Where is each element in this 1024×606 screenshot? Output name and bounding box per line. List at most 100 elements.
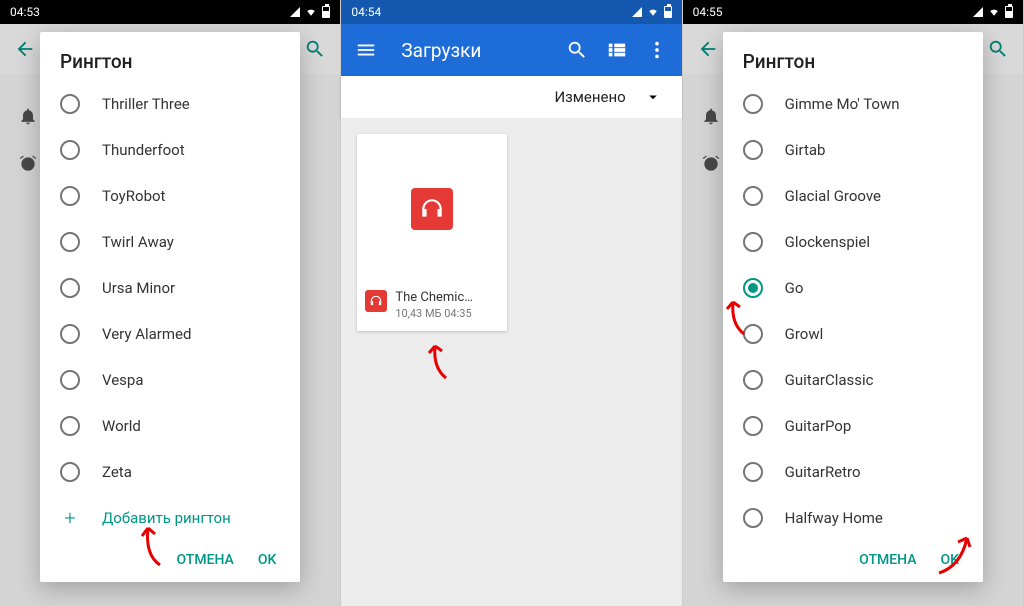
downloads-app-bar: Загрузки [341, 24, 681, 76]
ringtone-option[interactable]: Twirl Away [48, 219, 292, 265]
add-ringtone-button[interactable]: + Добавить рингтон [48, 495, 292, 541]
ringtone-option[interactable]: GuitarPop [731, 403, 975, 449]
downloads-body: The Chemic… 10,43 МБ 04:35 [341, 118, 681, 606]
file-card[interactable]: The Chemic… 10,43 МБ 04:35 [357, 134, 507, 331]
dialog-actions: ОТМЕНА OK [723, 542, 983, 582]
sort-label: Изменено [554, 88, 625, 106]
signal-icon [290, 7, 300, 17]
clock: 04:54 [351, 5, 381, 19]
ringtone-label: Twirl Away [102, 233, 174, 251]
add-ringtone-label: Добавить рингтон [102, 509, 231, 527]
radio-icon [743, 186, 763, 206]
status-icons [632, 6, 672, 18]
cancel-button[interactable]: ОТМЕНА [176, 552, 233, 568]
status-icons [973, 6, 1013, 18]
ringtone-option[interactable]: Glockenspiel [731, 219, 975, 265]
ringtone-label: Growl [785, 325, 824, 343]
ringtone-option[interactable]: Ursa Minor [48, 265, 292, 311]
radio-icon [743, 508, 763, 528]
dialog-title: Рингтон [40, 50, 300, 81]
status-bar: 04:55 [683, 0, 1023, 24]
ringtone-option[interactable]: Girtab [731, 127, 975, 173]
search-icon[interactable] [566, 39, 588, 61]
radio-icon [60, 462, 80, 482]
status-bar: 04:53 [0, 0, 340, 24]
ringtone-option[interactable]: GuitarRetro [731, 449, 975, 495]
ringtone-option[interactable]: ToyRobot [48, 173, 292, 219]
ringtone-label: Go [785, 279, 804, 297]
ringtone-option[interactable]: World [48, 403, 292, 449]
file-name: The Chemic… [395, 290, 473, 307]
signal-icon [973, 7, 983, 17]
radio-icon [743, 416, 763, 436]
screenshot-1: 04:53 Рингтон Thriller Three Thunderfoot… [0, 0, 341, 606]
sort-bar[interactable]: Изменено [341, 76, 681, 118]
ringtone-label: Very Alarmed [102, 325, 191, 343]
screenshot-3: 04:55 Рингтон Gimme Mo' Town Girtab Glac… [683, 0, 1024, 606]
file-thumbnail [357, 134, 507, 284]
plus-icon: + [60, 506, 80, 530]
dialog-title: Рингтон [723, 50, 983, 81]
headphones-icon [365, 290, 387, 312]
radio-icon [743, 324, 763, 344]
ringtone-option[interactable]: Gimme Mo' Town [731, 81, 975, 127]
radio-icon [743, 140, 763, 160]
radio-icon [743, 278, 763, 298]
clock: 04:55 [693, 5, 723, 19]
view-list-icon[interactable] [606, 39, 628, 61]
ringtone-label: Glacial Groove [785, 187, 881, 205]
ringtone-label: Vespa [102, 371, 144, 389]
clock: 04:53 [10, 5, 40, 19]
ringtone-option[interactable]: Zeta [48, 449, 292, 495]
battery-icon [322, 6, 330, 18]
ringtone-option[interactable]: Go [731, 265, 975, 311]
cancel-button[interactable]: ОТМЕНА [859, 552, 916, 568]
radio-icon [60, 416, 80, 436]
ringtone-label: Girtab [785, 141, 826, 159]
ringtone-dialog: Рингтон Gimme Mo' Town Girtab Glacial Gr… [723, 32, 983, 582]
radio-icon [743, 370, 763, 390]
file-subtext: 10,43 МБ 04:35 [395, 307, 473, 321]
signal-icon [632, 7, 642, 17]
headphones-icon [411, 188, 453, 230]
ringtone-option[interactable]: Growl [731, 311, 975, 357]
status-bar: 04:54 [341, 0, 681, 24]
ringtone-label: GuitarRetro [785, 463, 861, 481]
ringtone-list[interactable]: Thriller Three Thunderfoot ToyRobot Twir… [40, 81, 300, 542]
ringtone-list[interactable]: Gimme Mo' Town Girtab Glacial Groove Glo… [723, 81, 983, 542]
wifi-icon [304, 7, 318, 17]
menu-icon[interactable] [355, 39, 377, 61]
wifi-icon [987, 7, 1001, 17]
ringtone-option[interactable]: Thriller Three [48, 81, 292, 127]
ok-button[interactable]: OK [940, 552, 959, 568]
ringtone-option[interactable]: Halfway Home [731, 495, 975, 541]
ringtone-option[interactable]: Very Alarmed [48, 311, 292, 357]
ringtone-label: Zeta [102, 463, 132, 481]
ringtone-label: Gimme Mo' Town [785, 95, 900, 113]
battery-icon [664, 6, 672, 18]
ok-button[interactable]: OK [258, 552, 277, 568]
ringtone-label: Glockenspiel [785, 233, 870, 251]
radio-icon [60, 94, 80, 114]
ringtone-option[interactable]: GuitarClassic [731, 357, 975, 403]
ringtone-option[interactable]: Vespa [48, 357, 292, 403]
ringtone-option[interactable]: Glacial Groove [731, 173, 975, 219]
radio-icon [60, 278, 80, 298]
radio-icon [743, 462, 763, 482]
radio-icon [60, 140, 80, 160]
ringtone-label: Thriller Three [102, 95, 190, 113]
ringtone-label: ToyRobot [102, 187, 165, 205]
status-icons [290, 6, 330, 18]
ringtone-option[interactable]: Thunderfoot [48, 127, 292, 173]
radio-icon [60, 232, 80, 252]
ringtone-label: Halfway Home [785, 509, 883, 527]
screenshot-2: 04:54 Загрузки Изменено [341, 0, 682, 606]
battery-icon [1005, 6, 1013, 18]
radio-icon [60, 186, 80, 206]
radio-icon [60, 324, 80, 344]
radio-icon [743, 232, 763, 252]
more-icon[interactable] [646, 39, 668, 61]
ringtone-label: Thunderfoot [102, 141, 185, 159]
dialog-actions: ОТМЕНА OK [40, 542, 300, 582]
ringtone-dialog: Рингтон Thriller Three Thunderfoot ToyRo… [40, 32, 300, 582]
